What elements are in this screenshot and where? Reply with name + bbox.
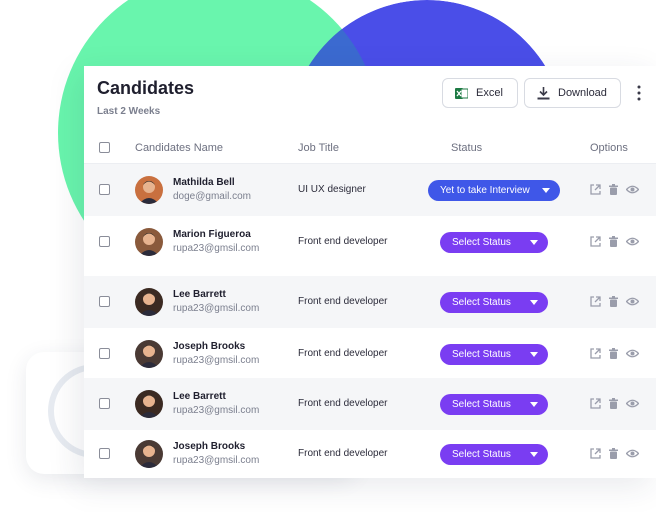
external-link-icon[interactable] xyxy=(590,296,601,307)
status-label: Select Status xyxy=(452,237,511,248)
row-checkbox[interactable] xyxy=(99,184,110,195)
row-options xyxy=(590,448,639,459)
page-title: Candidates xyxy=(97,78,195,98)
row-checkbox[interactable] xyxy=(99,448,110,459)
row-checkbox[interactable] xyxy=(99,296,110,307)
table-row[interactable]: Lee Barrett rupa23@gmsil.com Front end d… xyxy=(84,378,656,430)
row-checkbox[interactable] xyxy=(99,348,110,359)
row-options xyxy=(590,236,639,247)
external-link-icon[interactable] xyxy=(590,398,601,409)
column-header-job: Job Title xyxy=(298,142,339,154)
trash-icon[interactable] xyxy=(608,448,619,459)
status-dropdown[interactable]: Select Status xyxy=(440,394,548,415)
avatar xyxy=(135,288,163,316)
chevron-down-icon xyxy=(530,300,538,305)
status-label: Select Status xyxy=(452,349,511,360)
avatar xyxy=(135,340,163,368)
status-dropdown[interactable]: Select Status xyxy=(440,344,548,365)
status-dropdown[interactable]: Select Status xyxy=(440,444,548,465)
date-range-label: Last 2 Weeks xyxy=(97,106,161,117)
row-options xyxy=(590,398,639,409)
eye-icon[interactable] xyxy=(626,348,639,359)
table-row[interactable]: Joseph Brooks rupa23@gmsil.com Front end… xyxy=(84,430,656,478)
table-row[interactable]: Lee Barrett rupa23@gmsil.com Front end d… xyxy=(84,276,656,328)
row-options xyxy=(590,184,639,195)
candidate-email: rupa23@gmsil.com xyxy=(173,243,260,254)
candidate-name: Mathilda Bell xyxy=(173,177,235,188)
candidate-email: doge@gmail.com xyxy=(173,191,251,202)
eye-icon[interactable] xyxy=(626,184,639,195)
avatar xyxy=(135,440,163,468)
chevron-down-icon xyxy=(530,452,538,457)
chevron-down-icon xyxy=(530,402,538,407)
external-link-icon[interactable] xyxy=(590,348,601,359)
trash-icon[interactable] xyxy=(608,236,619,247)
column-header-options: Options xyxy=(590,142,628,154)
candidate-name: Marion Figueroa xyxy=(173,229,251,240)
status-dropdown[interactable]: Select Status xyxy=(440,232,548,253)
eye-icon[interactable] xyxy=(626,398,639,409)
candidate-job-title: Front end developer xyxy=(298,398,388,409)
candidate-email: rupa23@gmsil.com xyxy=(173,355,260,366)
chevron-down-icon xyxy=(530,352,538,357)
row-options xyxy=(590,348,639,359)
eye-icon[interactable] xyxy=(626,236,639,247)
candidates-card: Candidates Last 2 Weeks Excel Download C… xyxy=(84,66,656,478)
table-row[interactable]: Joseph Brooks rupa23@gmsil.com Front end… xyxy=(84,328,656,380)
avatar xyxy=(135,176,163,204)
trash-icon[interactable] xyxy=(608,348,619,359)
candidate-name: Lee Barrett xyxy=(173,391,226,402)
trash-icon[interactable] xyxy=(608,296,619,307)
table-row[interactable]: Marion Figueroa rupa23@gmsil.com Front e… xyxy=(84,216,656,268)
trash-icon[interactable] xyxy=(608,398,619,409)
candidate-email: rupa23@gmsil.com xyxy=(173,303,260,314)
trash-icon[interactable] xyxy=(608,184,619,195)
row-checkbox[interactable] xyxy=(99,398,110,409)
eye-icon[interactable] xyxy=(626,448,639,459)
more-options-icon[interactable] xyxy=(636,85,642,101)
avatar xyxy=(135,228,163,256)
download-icon xyxy=(537,86,550,99)
candidate-job-title: Front end developer xyxy=(298,296,388,307)
column-header-status: Status xyxy=(451,142,483,154)
column-header-name: Candidates Name xyxy=(135,142,224,154)
external-link-icon[interactable] xyxy=(590,448,601,459)
table-row[interactable]: Mathilda Bell doge@gmail.com UI UX desig… xyxy=(84,164,656,216)
select-all-checkbox[interactable] xyxy=(99,142,110,153)
status-label: Select Status xyxy=(452,449,511,460)
eye-icon[interactable] xyxy=(626,296,639,307)
avatar xyxy=(135,390,163,418)
external-link-icon[interactable] xyxy=(590,184,601,195)
candidate-name: Joseph Brooks xyxy=(173,341,246,352)
status-dropdown[interactable]: Select Status xyxy=(440,292,548,313)
candidate-email: rupa23@gmsil.com xyxy=(173,455,260,466)
status-dropdown[interactable]: Yet to take Interview xyxy=(428,180,560,201)
excel-button-label: Excel xyxy=(476,87,503,99)
row-checkbox[interactable] xyxy=(99,236,110,247)
external-link-icon[interactable] xyxy=(590,236,601,247)
chevron-down-icon xyxy=(542,188,550,193)
table-header: Candidates Name Job Title Status Options xyxy=(84,132,656,164)
status-label: Select Status xyxy=(452,297,511,308)
status-label: Select Status xyxy=(452,399,511,410)
excel-icon xyxy=(455,87,468,99)
candidate-job-title: UI UX designer xyxy=(298,184,366,195)
candidate-job-title: Front end developer xyxy=(298,236,388,247)
row-options xyxy=(590,296,639,307)
excel-export-button[interactable]: Excel xyxy=(442,78,518,108)
status-label: Yet to take Interview xyxy=(440,185,530,196)
chevron-down-icon xyxy=(530,240,538,245)
download-button-label: Download xyxy=(558,87,607,99)
candidate-name: Joseph Brooks xyxy=(173,441,246,452)
download-button[interactable]: Download xyxy=(524,78,621,108)
candidate-job-title: Front end developer xyxy=(298,348,388,359)
candidate-name: Lee Barrett xyxy=(173,289,226,300)
candidate-email: rupa23@gmsil.com xyxy=(173,405,260,416)
candidate-job-title: Front end developer xyxy=(298,448,388,459)
